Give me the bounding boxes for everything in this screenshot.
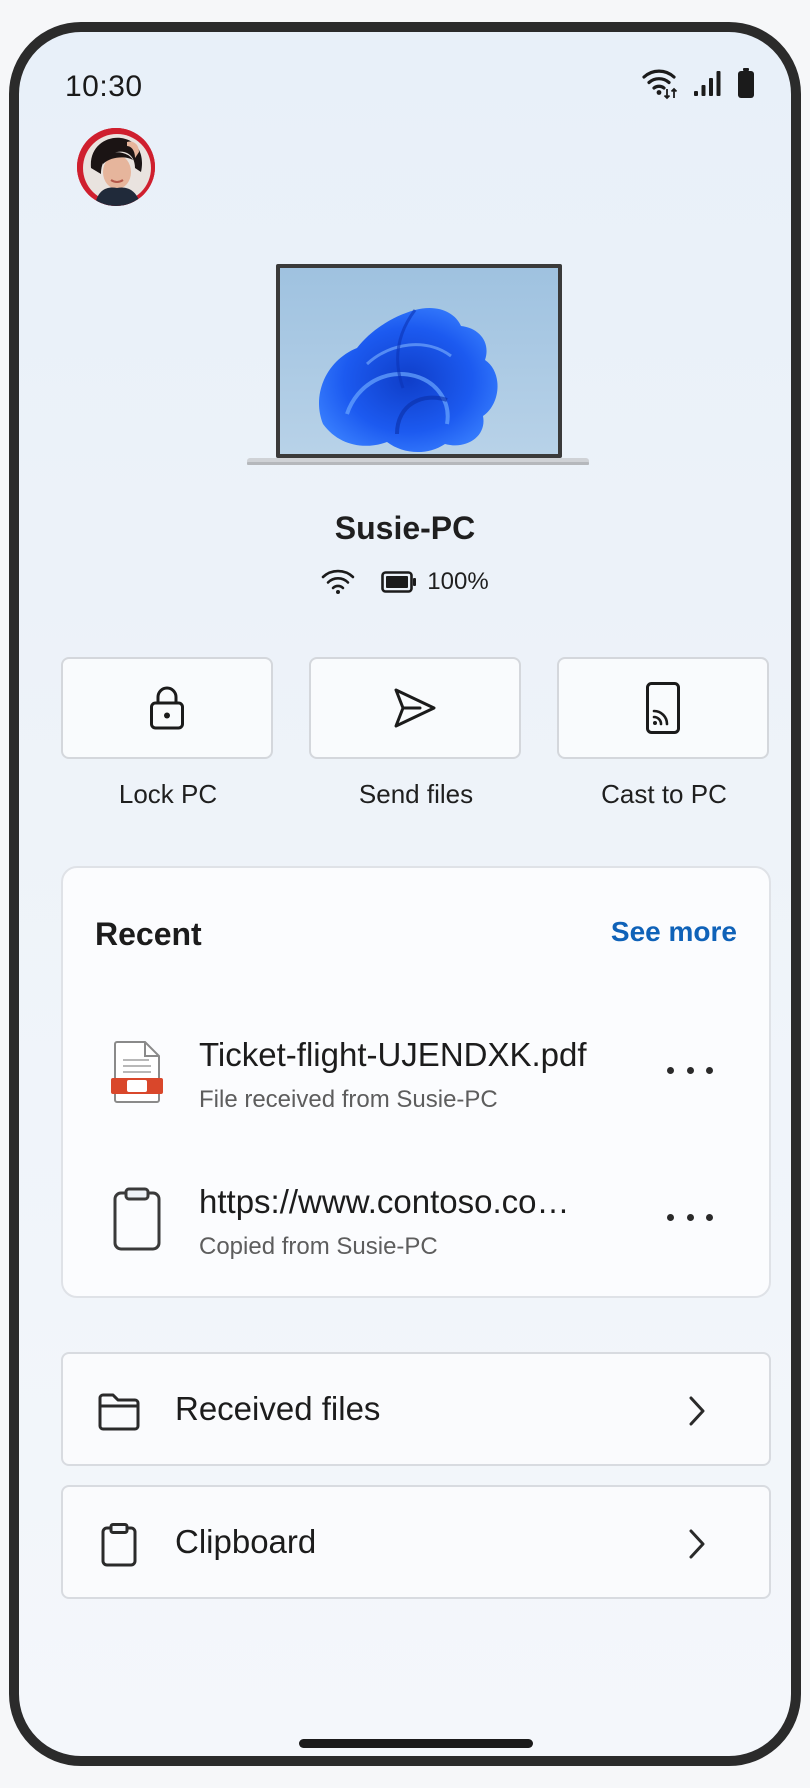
recent-item[interactable]: Ticket-flight-UJENDXK.pdf File received … — [63, 1022, 769, 1142]
lock-pc-label: Lock PC — [118, 779, 218, 809]
laptop-illustration — [247, 264, 589, 482]
device-status: 100% — [19, 568, 791, 596]
device-name: Susie-PC — [334, 510, 476, 546]
status-icons — [641, 66, 755, 100]
lock-icon — [150, 686, 184, 730]
chevron-right-icon — [687, 1527, 707, 1561]
lock-pc-action[interactable]: Lock PC — [61, 657, 275, 810]
home-indicator[interactable] — [299, 1739, 533, 1748]
recent-title: Recent — [95, 916, 202, 952]
recent-item-title: https://www.contoso.co… — [199, 1183, 570, 1220]
battery-icon — [738, 68, 754, 98]
clipboard-icon — [97, 1523, 141, 1567]
recent-item-subtitle: File received from Susie-PC — [199, 1086, 498, 1113]
clipboard-label: Clipboard — [175, 1523, 317, 1560]
device-battery-icon — [381, 571, 417, 593]
see-more-link[interactable]: See more — [611, 916, 737, 948]
received-files-row[interactable]: Received files — [61, 1352, 771, 1466]
cast-to-pc-button[interactable] — [557, 657, 769, 759]
battery-percent: 100% — [427, 568, 489, 595]
clipboard-row[interactable]: Clipboard — [61, 1485, 771, 1599]
cellular-signal-icon — [694, 71, 721, 96]
send-files-button[interactable] — [309, 657, 521, 759]
send-files-label: Send files — [358, 779, 474, 809]
status-time: 10:30 — [65, 70, 143, 103]
status-bar: 10:30 — [19, 32, 791, 122]
cast-to-pc-label: Cast to PC — [601, 779, 727, 809]
cast-to-pc-action[interactable]: Cast to PC — [557, 657, 771, 810]
lock-pc-button[interactable] — [61, 657, 273, 759]
phone-screen: 10:30 Susie-PC 100% Lock PC Send files C… — [9, 22, 801, 1766]
quick-actions: Lock PC Send files Cast to PC — [61, 657, 771, 810]
received-files-label: Received files — [175, 1390, 381, 1427]
recent-card: Recent See more Ticket-flight-UJENDXK.pd… — [61, 866, 771, 1298]
recent-item-title: Ticket-flight-UJENDXK.pdf — [199, 1036, 587, 1073]
clipboard-icon — [111, 1187, 163, 1251]
pdf-file-icon — [111, 1040, 163, 1104]
send-icon — [394, 688, 436, 728]
avatar[interactable] — [77, 128, 155, 206]
send-files-action[interactable]: Send files — [309, 657, 523, 810]
wifi-data-icon — [642, 69, 678, 100]
folder-icon — [97, 1390, 141, 1432]
user-avatar-photo — [77, 128, 155, 206]
chevron-right-icon — [687, 1394, 707, 1428]
more-options-icon[interactable] — [667, 1197, 713, 1237]
more-options-icon[interactable] — [667, 1050, 713, 1090]
cast-icon — [646, 682, 680, 734]
wifi-icon — [321, 569, 355, 594]
recent-item-subtitle: Copied from Susie-PC — [199, 1233, 438, 1260]
recent-item[interactable]: https://www.contoso.co… Copied from Susi… — [63, 1169, 769, 1289]
